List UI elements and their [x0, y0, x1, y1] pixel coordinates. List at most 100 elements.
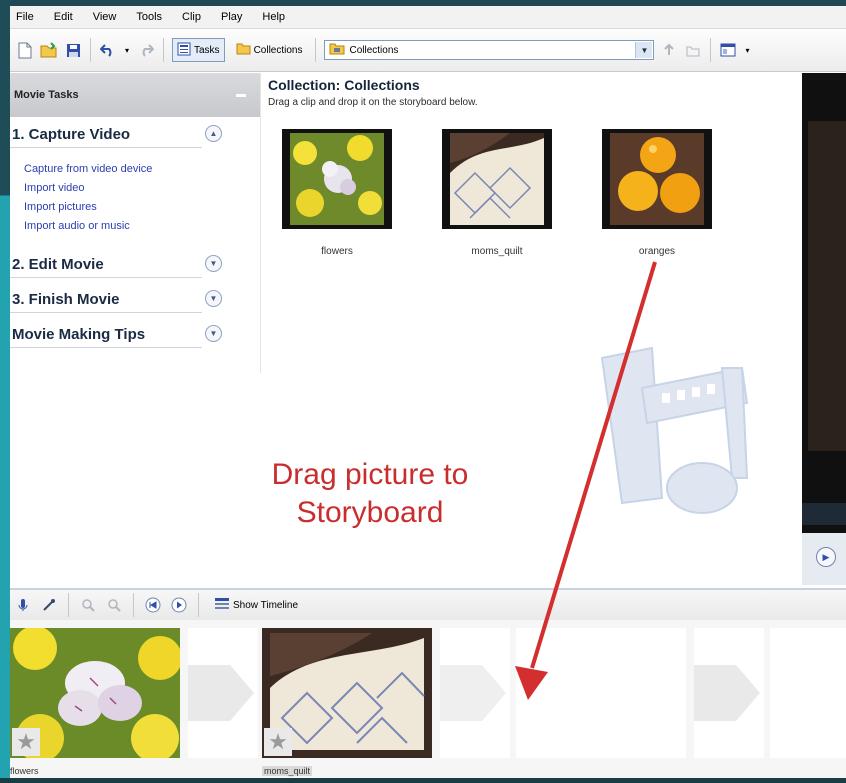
capture-video-links: Capture from video device Import video I…: [10, 148, 260, 248]
task-section-finish-movie[interactable]: 3. Finish Movie ▼: [10, 286, 222, 313]
transition-slot[interactable]: [694, 628, 764, 758]
undo-icon[interactable]: [99, 41, 117, 59]
play-button[interactable]: ▶: [816, 547, 836, 567]
link-import-audio[interactable]: Import audio or music: [24, 217, 260, 236]
task-section-label: 3. Finish Movie: [12, 290, 120, 308]
link-import-video[interactable]: Import video: [24, 179, 260, 198]
timeline-icon: [214, 597, 230, 614]
storyboard-toolbar: Show Timeline: [10, 588, 846, 620]
annotation-line-1: Drag picture to: [271, 458, 469, 491]
task-section-label: 2. Edit Movie: [12, 255, 104, 273]
new-project-icon[interactable]: [16, 41, 34, 59]
collection-clip-oranges[interactable]: [602, 129, 712, 229]
menu-view[interactable]: View: [83, 11, 127, 23]
zoom-in-icon[interactable]: [79, 596, 97, 614]
transition-arrow-icon: [188, 665, 254, 721]
transition-slot[interactable]: [188, 628, 258, 758]
task-section-edit-movie[interactable]: 2. Edit Movie ▼: [10, 251, 222, 278]
show-timeline-button[interactable]: Show Timeline: [209, 593, 303, 617]
link-capture-from-device[interactable]: Capture from video device: [24, 160, 260, 179]
task-section-movie-tips[interactable]: Movie Making Tips ▼: [10, 321, 222, 348]
toolbar-separator: [68, 593, 69, 617]
movie-tasks-header: Movie Tasks ▬: [10, 73, 260, 117]
preview-monitor: ▶: [802, 73, 846, 585]
tasks-button[interactable]: Tasks: [172, 38, 225, 62]
main-toolbar: ▾ Tasks Collections Collections ▼ ▾: [10, 29, 846, 72]
show-timeline-label: Show Timeline: [233, 599, 299, 611]
transition-arrow-icon: [440, 665, 506, 721]
menu-help[interactable]: Help: [252, 11, 295, 23]
menu-edit[interactable]: Edit: [44, 11, 83, 23]
folder-icon: [236, 42, 251, 58]
collection-clip-label: moms_quilt: [471, 246, 523, 257]
storyboard: ★ flowers ★ moms_quilt: [10, 620, 846, 778]
collection-dropdown[interactable]: Collections ▼: [324, 40, 655, 60]
collection-clip-label: oranges: [638, 246, 676, 257]
redo-icon[interactable]: [137, 41, 155, 59]
collection-title: Collection: Collections: [268, 77, 420, 93]
toolbar-separator: [315, 38, 317, 62]
collection-folder-icon: [329, 42, 345, 58]
storyboard-clip-flowers[interactable]: ★: [10, 628, 180, 758]
window-frame-left: [0, 0, 10, 783]
storyboard-empty-slot[interactable]: [770, 628, 846, 758]
transition-slot[interactable]: [440, 628, 510, 758]
chevron-up-icon[interactable]: ▲: [205, 125, 222, 142]
storyboard-clip-label: moms_quilt: [262, 766, 313, 776]
new-folder-icon[interactable]: [684, 41, 702, 59]
preview-video-area: [808, 121, 846, 451]
menu-file[interactable]: File: [10, 11, 44, 23]
chevron-down-icon[interactable]: ▼: [205, 255, 222, 272]
task-section-label: Movie Making Tips: [12, 325, 146, 343]
toolbar-separator: [710, 38, 712, 62]
toolbar-separator: [163, 38, 164, 62]
save-project-icon[interactable]: [64, 41, 82, 59]
views-icon[interactable]: [719, 41, 737, 59]
menu-bar: File Edit View Tools Clip Play Help: [10, 6, 846, 29]
chevron-down-icon[interactable]: ▼: [205, 290, 222, 307]
collection-clip-label: flowers: [321, 246, 353, 257]
menu-clip[interactable]: Clip: [172, 11, 211, 23]
movie-tasks-pane: Movie Tasks ▬ 1. Capture Video ▲ Capture…: [10, 73, 260, 585]
open-project-icon[interactable]: [40, 41, 58, 59]
drag-instruction-annotation: Drag picture to Storyboard: [240, 456, 500, 532]
views-dropdown-icon[interactable]: ▾: [743, 41, 751, 59]
pane-close-icon[interactable]: ▬: [236, 89, 246, 100]
star-icon[interactable]: ★: [12, 728, 40, 756]
storyboard-clip-label: flowers: [10, 766, 39, 776]
storyboard-clip-moms-quilt[interactable]: ★: [262, 628, 432, 758]
film-music-watermark-icon: [600, 346, 749, 514]
chevron-down-icon[interactable]: ▼: [205, 325, 222, 342]
narrate-icon[interactable]: [14, 596, 32, 614]
quilt-thumbnail-image: [450, 133, 544, 225]
toolbar-separator: [90, 38, 91, 62]
rewind-icon[interactable]: [144, 596, 162, 614]
link-import-pictures[interactable]: Import pictures: [24, 198, 260, 217]
collection-clip-moms-quilt[interactable]: [442, 129, 552, 229]
collection-clip-flowers[interactable]: [282, 129, 392, 229]
tasks-icon: [177, 42, 191, 59]
collections-button[interactable]: Collections: [231, 38, 308, 62]
storyboard-empty-slot[interactable]: [516, 628, 686, 758]
play-icon: ▶: [822, 551, 830, 562]
movie-tasks-title: Movie Tasks: [14, 89, 79, 101]
oranges-thumbnail-image: [610, 133, 704, 225]
menu-tools[interactable]: Tools: [126, 11, 172, 23]
toolbar-separator: [133, 593, 134, 617]
collection-dropdown-value: Collections: [349, 44, 399, 56]
chevron-down-icon[interactable]: ▼: [635, 42, 653, 58]
menu-play[interactable]: Play: [211, 11, 252, 23]
toolbar-separator: [198, 593, 199, 617]
collection-subtitle: Drag a clip and drop it on the storyboar…: [268, 97, 478, 108]
play-storyboard-icon[interactable]: [170, 596, 188, 614]
undo-dropdown-icon[interactable]: ▾: [123, 41, 131, 59]
preview-status-bar: [802, 503, 846, 525]
star-icon[interactable]: ★: [264, 728, 292, 756]
audio-levels-icon[interactable]: [40, 596, 58, 614]
flowers-thumbnail-image: [290, 133, 384, 225]
zoom-out-icon[interactable]: [105, 596, 123, 614]
up-folder-icon[interactable]: [660, 41, 678, 59]
task-section-capture-video[interactable]: 1. Capture Video ▲: [10, 121, 222, 148]
task-section-label: 1. Capture Video: [12, 125, 131, 143]
transition-arrow-icon: [694, 665, 760, 721]
